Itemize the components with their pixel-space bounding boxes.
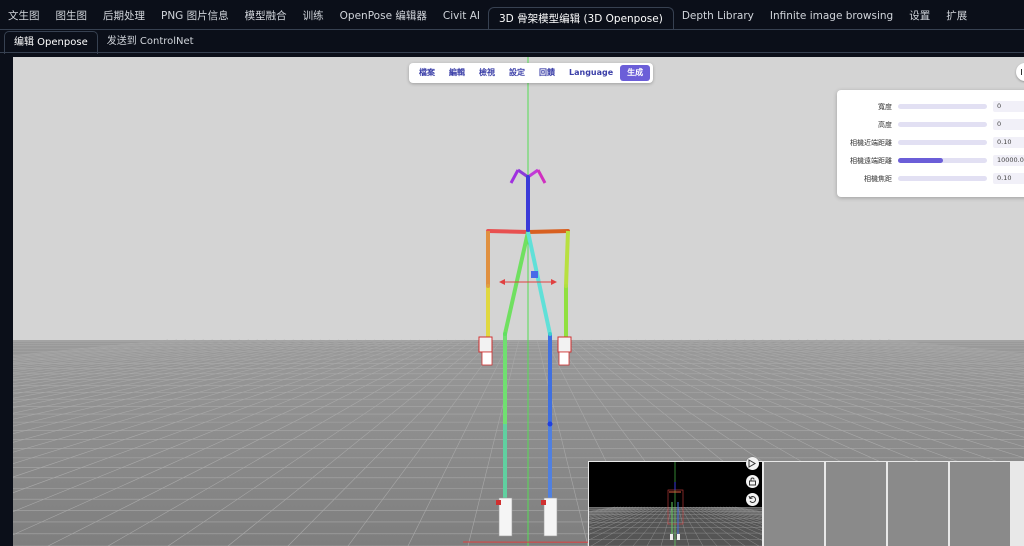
tab-edit-openpose[interactable]: 编辑 Openpose	[4, 30, 98, 54]
menu-settings[interactable]: 設定	[502, 65, 532, 81]
pose-thumbnail[interactable]	[888, 462, 948, 546]
menu-edit[interactable]: 編輯	[442, 65, 472, 81]
tab-extras[interactable]: 后期处理	[95, 0, 153, 32]
camera-focal-slider[interactable]	[898, 176, 987, 181]
tab-png-info[interactable]: PNG 图片信息	[153, 0, 237, 32]
camera-far-row: 相機遠端距離 10000.00	[837, 155, 1024, 167]
width-row: 寬度 0	[837, 101, 1024, 113]
camera-focal-row: 相機焦距 0.10	[837, 173, 1024, 185]
pose-thumbnail-strip	[588, 461, 1024, 546]
height-row: 高度 0	[837, 119, 1024, 131]
tab-img2img[interactable]: 图生图	[48, 0, 96, 32]
pose-thumbnail[interactable]	[764, 462, 824, 546]
height-input[interactable]: 0	[993, 119, 1024, 130]
camera-preview-drawing	[589, 462, 762, 546]
camera-near-input[interactable]: 0.10	[993, 137, 1024, 148]
camera-near-label: 相機近端距離	[850, 139, 892, 147]
camera-near-slider[interactable]	[898, 140, 987, 145]
pose-thumbnail[interactable]	[950, 462, 1010, 546]
camera-settings-panel: 寬度 0 高度 0 相機近端距離 0.10 相機遠端距離 10000.00 相機…	[837, 90, 1024, 197]
height-label: 高度	[878, 121, 892, 129]
height-slider[interactable]	[898, 122, 987, 127]
camera-far-slider[interactable]	[898, 158, 987, 163]
width-input[interactable]: 0	[993, 101, 1024, 112]
editor-menu-bar: 檔案 編輯 檢視 設定 回饋 Language 生成	[409, 63, 654, 83]
camera-preview[interactable]	[589, 462, 762, 546]
tab-settings[interactable]: 设置	[901, 0, 938, 32]
camera-near-row: 相機近端距離 0.10	[837, 137, 1024, 149]
undo-icon[interactable]	[746, 493, 759, 506]
tab-infinite-image-browsing[interactable]: Infinite image browsing	[762, 0, 901, 32]
screenshot-icon[interactable]	[746, 457, 759, 470]
tab-openpose-editor[interactable]: OpenPose 编辑器	[332, 0, 435, 32]
lock-icon[interactable]	[746, 475, 759, 488]
menu-view[interactable]: 檢視	[472, 65, 502, 81]
tab-train[interactable]: 训练	[295, 0, 332, 32]
width-label: 寬度	[878, 103, 892, 111]
camera-focal-input[interactable]: 0.10	[993, 173, 1024, 184]
sub-tab-bar: 编辑 Openpose 发送到 ControlNet	[4, 30, 203, 54]
tab-depth-library[interactable]: Depth Library	[674, 0, 762, 32]
camera-far-label: 相機遠端距離	[850, 157, 892, 165]
tab-3d-openpose[interactable]: 3D 骨架模型编辑 (3D Openpose)	[488, 6, 674, 30]
menu-feedback[interactable]: 回饋	[532, 65, 562, 81]
3d-scene-canvas[interactable]: 檔案 編輯 檢視 設定 回饋 Language 生成 寬度 0 高度 0 相機近…	[13, 57, 1024, 546]
tab-checkpoint-merger[interactable]: 模型融合	[237, 0, 295, 32]
top-tab-divider	[0, 29, 1024, 30]
menu-language[interactable]: Language	[562, 65, 620, 81]
pose-thumbnail[interactable]	[826, 462, 886, 546]
generate-button[interactable]: 生成	[620, 65, 651, 81]
menu-file[interactable]: 檔案	[412, 65, 442, 81]
tab-extensions[interactable]: 扩展	[938, 0, 975, 32]
camera-focal-label: 相機焦距	[864, 175, 892, 183]
width-slider[interactable]	[898, 104, 987, 109]
camera-far-slider-fill	[898, 158, 943, 163]
tab-civitai[interactable]: Civit AI	[435, 0, 488, 32]
sub-tab-divider	[0, 52, 1024, 53]
camera-far-input[interactable]: 10000.00	[993, 155, 1024, 166]
tab-txt2img[interactable]: 文生图	[0, 0, 48, 32]
tab-send-to-controlnet[interactable]: 发送到 ControlNet	[98, 31, 203, 53]
top-tab-bar: 文生图 图生图 后期处理 PNG 图片信息 模型融合 训练 OpenPose 编…	[0, 0, 1024, 32]
